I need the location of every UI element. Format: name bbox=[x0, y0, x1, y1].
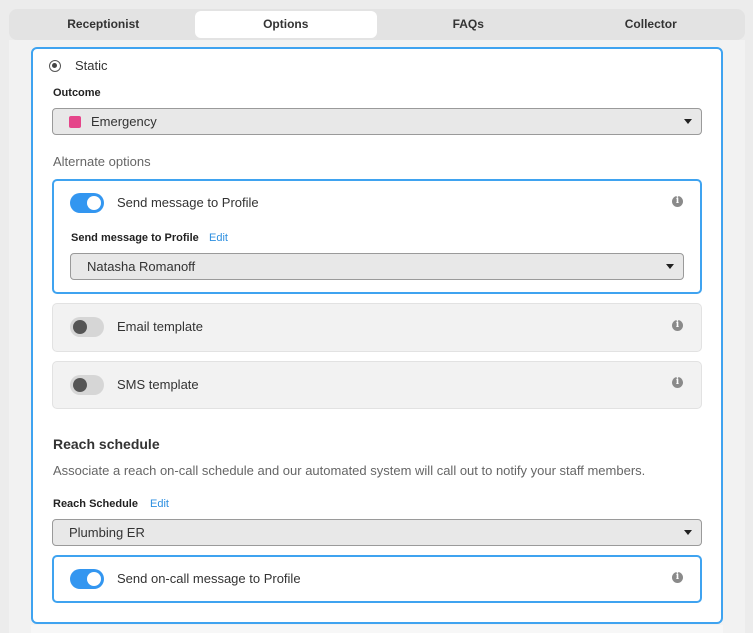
oncall-message-toggle[interactable] bbox=[70, 569, 104, 589]
tab-options[interactable]: Options bbox=[194, 11, 377, 38]
info-icon[interactable]: i bbox=[672, 377, 683, 388]
outcome-select[interactable]: Emergency bbox=[52, 108, 702, 135]
chevron-down-icon bbox=[684, 119, 692, 124]
send-message-toggle[interactable] bbox=[70, 193, 104, 213]
sms-template-label: SMS template bbox=[117, 377, 199, 392]
static-radio[interactable] bbox=[49, 60, 61, 72]
tab-receptionist[interactable]: Receptionist bbox=[12, 11, 195, 38]
reach-schedule-field-label: Reach Schedule bbox=[53, 498, 138, 510]
sms-template-toggle[interactable] bbox=[70, 375, 104, 395]
info-icon[interactable]: i bbox=[672, 320, 683, 331]
send-message-edit-link[interactable]: Edit bbox=[209, 232, 228, 244]
tab-bar: Receptionist Options FAQs Collector bbox=[9, 9, 745, 40]
info-icon[interactable]: i bbox=[672, 196, 683, 207]
toggle-knob bbox=[87, 572, 101, 586]
toggle-knob bbox=[73, 320, 87, 334]
reach-schedule-select[interactable]: Plumbing ER bbox=[52, 519, 702, 546]
tab-faqs[interactable]: FAQs bbox=[377, 11, 560, 38]
oncall-message-label: Send on-call message to Profile bbox=[117, 571, 301, 586]
chevron-down-icon bbox=[684, 530, 692, 535]
info-icon[interactable]: i bbox=[672, 572, 683, 583]
reach-schedule-description: Associate a reach on-call schedule and o… bbox=[53, 463, 646, 478]
tab-collector[interactable]: Collector bbox=[560, 11, 743, 38]
profile-value: Natasha Romanoff bbox=[87, 259, 196, 274]
send-message-field-label: Send message to Profile bbox=[71, 232, 199, 244]
toggle-knob bbox=[87, 196, 101, 210]
reach-schedule-value: Plumbing ER bbox=[69, 525, 145, 540]
alternate-options-heading: Alternate options bbox=[53, 154, 151, 169]
outcome-label: Outcome bbox=[53, 87, 101, 99]
static-radio-label: Static bbox=[75, 58, 108, 73]
outcome-value: Emergency bbox=[91, 114, 157, 129]
chevron-down-icon bbox=[666, 264, 674, 269]
email-template-toggle[interactable] bbox=[70, 317, 104, 337]
outcome-color-swatch bbox=[69, 115, 81, 128]
reach-schedule-title: Reach schedule bbox=[53, 436, 160, 452]
reach-schedule-edit-link[interactable]: Edit bbox=[150, 498, 169, 510]
next-panel-edge bbox=[31, 625, 723, 633]
email-template-label: Email template bbox=[117, 319, 203, 334]
profile-select[interactable]: Natasha Romanoff bbox=[70, 253, 684, 280]
toggle-knob bbox=[73, 378, 87, 392]
send-message-label: Send message to Profile bbox=[117, 195, 259, 210]
